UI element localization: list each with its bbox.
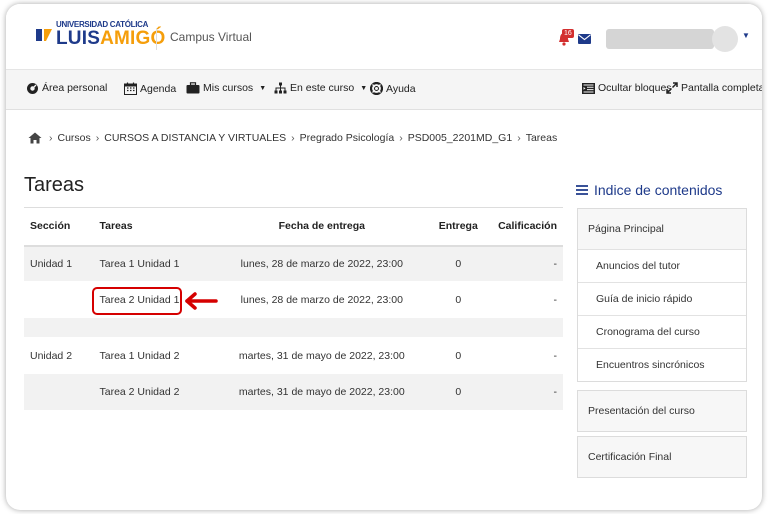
sidebar-subitem[interactable]: Anuncios del tutor bbox=[578, 249, 746, 282]
notification-bell[interactable]: 16 bbox=[558, 29, 574, 46]
cell-section: Unidad 2 bbox=[24, 337, 94, 374]
highlight-box bbox=[92, 287, 182, 315]
breadcrumb-separator: › bbox=[95, 132, 100, 144]
cell-grade: - bbox=[492, 373, 563, 410]
menu-icon bbox=[576, 185, 588, 195]
header-divider bbox=[156, 28, 157, 50]
breadcrumb-separator: › bbox=[399, 132, 403, 144]
table-row: Tarea 2 Unidad 2 martes, 31 de mayo de 2… bbox=[24, 373, 563, 410]
university-logo[interactable]: UNIVERSIDAD CATÓLICA LUISAMIGÓ bbox=[34, 20, 165, 50]
sitemap-icon bbox=[274, 82, 287, 94]
cell-due: lunes, 28 de marzo de 2022, 23:00 bbox=[219, 245, 425, 282]
hide-blocks-button[interactable]: Ocultar bloques bbox=[582, 82, 672, 94]
nav-label: Ocultar bloques bbox=[598, 82, 672, 94]
lifebuoy-icon bbox=[370, 82, 383, 95]
sidebar-section-main: Página Principal Anuncios del tutor Guía… bbox=[577, 208, 747, 382]
sidebar-title: Indice de contenidos bbox=[576, 182, 722, 198]
briefcase-icon bbox=[186, 82, 200, 94]
notification-count: 16 bbox=[562, 29, 574, 38]
page-title: Tareas bbox=[24, 174, 85, 196]
cell-grade: - bbox=[492, 337, 563, 374]
table-header-row: Sección Tareas Fecha de entrega Entrega … bbox=[24, 207, 563, 247]
nav-label: En este curso bbox=[290, 82, 355, 94]
arrow-left-icon bbox=[185, 292, 218, 310]
nav-label: Mis cursos bbox=[203, 82, 254, 94]
cell-due: martes, 31 de mayo de 2022, 23:00 bbox=[219, 373, 425, 410]
cell-due: lunes, 28 de marzo de 2022, 23:00 bbox=[219, 281, 425, 318]
nav-label: Pantalla completa bbox=[681, 82, 762, 94]
chevron-down-icon: ▼ bbox=[360, 84, 368, 92]
nav-label: Área personal bbox=[42, 82, 108, 94]
breadcrumb: › Cursos › CURSOS A DISTANCIA Y VIRTUALE… bbox=[28, 132, 557, 144]
chevron-down-icon: ▼ bbox=[259, 84, 267, 92]
avatar[interactable] bbox=[712, 26, 738, 52]
sidebar-subitem[interactable]: Encuentros sincrónicos bbox=[578, 348, 746, 381]
nav-label: Ayuda bbox=[386, 82, 416, 95]
cell-submissions: 0 bbox=[424, 373, 493, 410]
top-header: UNIVERSIDAD CATÓLICA LUISAMIGÓ Campus Vi… bbox=[6, 4, 762, 70]
sidebar-subitem[interactable]: Cronograma del curso bbox=[578, 315, 746, 348]
dashboard-icon bbox=[27, 83, 38, 94]
table-row: Unidad 1 Tarea 1 Unidad 1 lunes, 28 de m… bbox=[24, 245, 563, 282]
sidebar-item-presentation[interactable]: Presentación del curso bbox=[578, 391, 746, 431]
fullscreen-icon bbox=[666, 82, 678, 94]
nav-agenda[interactable]: Agenda bbox=[124, 82, 176, 95]
table-spacer-row bbox=[24, 317, 563, 338]
breadcrumb-item[interactable]: Pregrado Psicología bbox=[300, 132, 395, 144]
user-name-redacted[interactable] bbox=[606, 29, 714, 49]
col-header-grade[interactable]: Calificación bbox=[492, 207, 563, 247]
table-row: Unidad 2 Tarea 1 Unidad 2 martes, 31 de … bbox=[24, 337, 563, 374]
breadcrumb-item-current[interactable]: Tareas bbox=[526, 132, 558, 144]
cell-submissions: 0 bbox=[424, 245, 493, 282]
nav-ayuda[interactable]: Ayuda bbox=[370, 82, 416, 95]
sidebar-subitem[interactable]: Guía de inicio rápido bbox=[578, 282, 746, 315]
col-header-section[interactable]: Sección bbox=[24, 207, 94, 247]
envelope-icon[interactable] bbox=[578, 34, 591, 44]
calendar-icon bbox=[124, 82, 137, 95]
collapse-blocks-icon bbox=[582, 82, 595, 94]
breadcrumb-separator: › bbox=[291, 132, 295, 144]
browser-frame: UNIVERSIDAD CATÓLICA LUISAMIGÓ Campus Vi… bbox=[6, 4, 762, 510]
cell-task-link[interactable]: Tarea 1 Unidad 2 bbox=[93, 337, 220, 374]
breadcrumb-item[interactable]: Cursos bbox=[58, 132, 91, 144]
spacer-cell bbox=[24, 317, 563, 338]
cell-task-link[interactable]: Tarea 2 Unidad 2 bbox=[93, 373, 220, 410]
cell-submissions: 0 bbox=[424, 337, 493, 374]
nav-label: Agenda bbox=[140, 82, 177, 95]
breadcrumb-item[interactable]: PSD005_2201MD_G1 bbox=[408, 132, 512, 144]
home-icon[interactable] bbox=[28, 132, 42, 144]
col-header-due[interactable]: Fecha de entrega bbox=[219, 207, 425, 247]
cell-task-link[interactable]: Tarea 1 Unidad 1 bbox=[93, 245, 220, 282]
logo-wordmark: LUISAMIGÓ bbox=[56, 28, 165, 50]
sidebar-section-certification: Certificación Final bbox=[577, 436, 747, 478]
cell-section: Unidad 1 bbox=[24, 245, 94, 282]
col-header-tasks[interactable]: Tareas bbox=[93, 207, 220, 247]
col-header-submissions[interactable]: Entrega bbox=[424, 207, 493, 247]
sidebar-section-presentation: Presentación del curso bbox=[577, 390, 747, 432]
cell-grade: - bbox=[492, 245, 563, 282]
cell-section bbox=[24, 281, 94, 318]
fullscreen-button[interactable]: Pantalla completa bbox=[666, 82, 762, 94]
breadcrumb-separator: › bbox=[49, 132, 53, 144]
cell-due: martes, 31 de mayo de 2022, 23:00 bbox=[219, 337, 425, 374]
logo-mark-icon bbox=[36, 29, 52, 41]
breadcrumb-item[interactable]: CURSOS A DISTANCIA Y VIRTUALES bbox=[104, 132, 286, 144]
site-name: Campus Virtual bbox=[170, 30, 252, 44]
nav-en-este-curso[interactable]: En este curso ▼ bbox=[274, 82, 367, 94]
nav-mis-cursos[interactable]: Mis cursos ▼ bbox=[186, 82, 266, 94]
cell-grade: - bbox=[492, 281, 563, 318]
sidebar-item-certification[interactable]: Certificación Final bbox=[578, 437, 746, 477]
sidebar-title-label: Indice de contenidos bbox=[594, 182, 723, 198]
cell-section bbox=[24, 373, 94, 410]
cell-submissions: 0 bbox=[424, 281, 493, 318]
logo-luis: LUIS bbox=[56, 28, 101, 49]
sidebar-item-main[interactable]: Página Principal bbox=[578, 209, 746, 249]
breadcrumb-separator: › bbox=[517, 132, 521, 144]
nav-area-personal[interactable]: Área personal bbox=[26, 82, 107, 94]
main-navbar: Área personal Agenda Mis cursos ▼ En est… bbox=[6, 70, 762, 110]
chevron-down-icon[interactable]: ▼ bbox=[742, 31, 750, 40]
